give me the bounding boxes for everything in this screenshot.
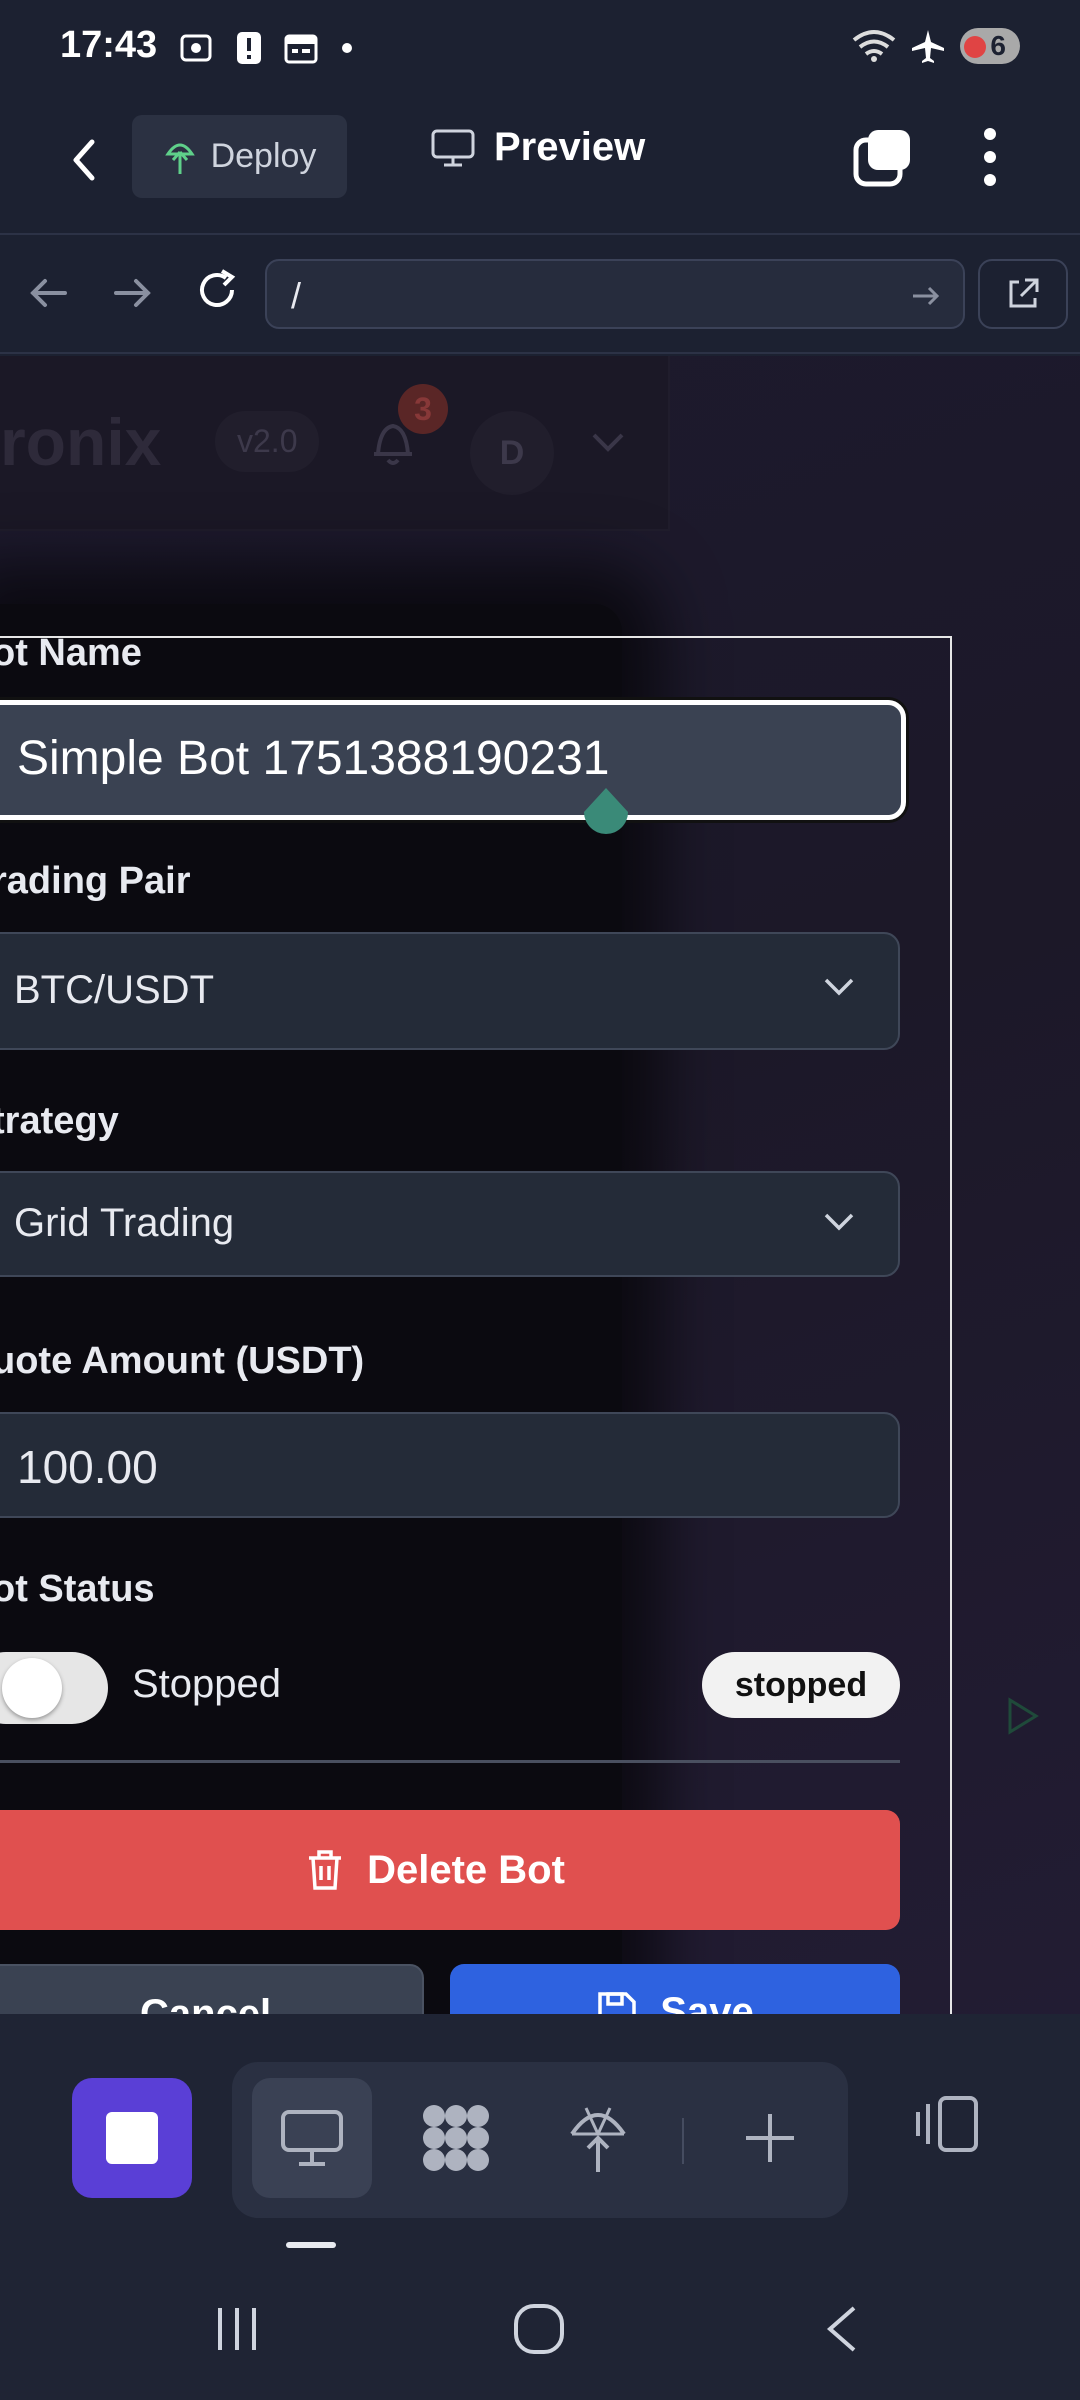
bottom-toolbar xyxy=(0,2014,1080,2264)
deploy-icon xyxy=(164,143,195,174)
status-time: 17:43 xyxy=(60,24,158,66)
quote-amount-input[interactable]: 100.00 xyxy=(0,1412,900,1518)
workflow-button[interactable] xyxy=(396,2078,516,2198)
trading-pair-value: BTC/USDT xyxy=(14,968,214,1012)
deploy-label: Deploy xyxy=(210,137,317,175)
quote-amount-label: uote Amount (USDT) xyxy=(0,1340,365,1382)
airplane-icon xyxy=(912,30,945,63)
external-link-icon xyxy=(1009,278,1039,308)
bot-name-input[interactable]: Simple Bot 1751388190231 xyxy=(0,700,906,820)
dot-icon xyxy=(342,43,352,53)
url-text: / xyxy=(291,275,302,316)
bot-name-value: Simple Bot 1751388190231 xyxy=(17,732,610,785)
active-indicator xyxy=(286,2242,336,2248)
quote-amount-value: 100.00 xyxy=(17,1441,158,1493)
strategy-value: Grid Trading xyxy=(14,1201,235,1245)
calendar-icon xyxy=(284,34,318,64)
add-button[interactable] xyxy=(710,2078,830,2198)
play-icon[interactable] xyxy=(1002,1694,1042,1738)
web-preview: ronix v2.0 3 D ot Name Simple Bot 175138… xyxy=(0,356,1080,2014)
save-icon xyxy=(598,1992,637,2014)
trash-icon xyxy=(309,1850,342,1890)
battery-icon: 6 xyxy=(960,28,1020,64)
stop-button[interactable] xyxy=(72,2078,192,2198)
status-badge: stopped xyxy=(702,1652,900,1718)
notification-badge: 3 xyxy=(398,384,448,434)
site-header: ronix v2.0 3 D xyxy=(0,356,670,531)
bot-status-label: ot Status xyxy=(0,1568,155,1610)
url-bar: / xyxy=(0,237,1080,354)
system-nav-bar xyxy=(0,2264,1080,2400)
brand-logo: ronix xyxy=(0,405,162,479)
cancel-button[interactable]: Cancel xyxy=(0,1964,424,2014)
preview-tab[interactable]: Preview xyxy=(430,125,645,170)
toggle-label: Stopped xyxy=(132,1662,282,1706)
wifi-icon xyxy=(853,30,896,62)
more-vertical-icon[interactable] xyxy=(975,126,1005,188)
toggle-knob xyxy=(2,1658,62,1718)
back-arrow-icon[interactable] xyxy=(60,130,110,190)
strategy-label: trategy xyxy=(0,1100,119,1142)
go-arrow-icon[interactable] xyxy=(909,279,943,313)
text-cursor-handle-icon[interactable] xyxy=(576,786,636,846)
chevron-down-icon xyxy=(824,1213,854,1231)
system-back-icon[interactable] xyxy=(822,2304,862,2354)
reload-icon[interactable] xyxy=(192,265,242,315)
recent-apps-icon[interactable] xyxy=(212,2304,262,2354)
nav-back-icon[interactable] xyxy=(25,273,71,313)
trading-pair-select[interactable]: BTC/USDT xyxy=(0,932,900,1050)
tool-group xyxy=(232,2062,848,2218)
preview-label: Preview xyxy=(494,125,646,169)
avatar[interactable]: D xyxy=(470,411,554,495)
modal-frame xyxy=(0,636,952,2014)
deploy-button[interactable]: Deploy xyxy=(132,115,347,198)
monitor-icon xyxy=(431,129,475,166)
trading-pair-label: rading Pair xyxy=(0,860,191,902)
deploy-icon xyxy=(570,2107,626,2172)
delete-bot-button[interactable]: Delete Bot xyxy=(0,1810,900,1930)
alert-icon xyxy=(237,32,261,64)
url-input[interactable]: / xyxy=(265,259,965,329)
stop-icon xyxy=(106,2112,158,2164)
delete-bot-label: Delete Bot xyxy=(367,1847,565,1892)
save-label: Save xyxy=(660,1990,754,2014)
chevron-down-icon xyxy=(824,978,854,996)
home-icon[interactable] xyxy=(512,2302,566,2356)
chevron-down-icon[interactable] xyxy=(590,431,626,455)
strategy-select[interactable]: Grid Trading xyxy=(0,1171,900,1277)
plus-icon xyxy=(746,2114,794,2162)
panel-toggle-icon[interactable] xyxy=(912,2094,984,2154)
screenshot-icon xyxy=(180,34,212,62)
divider xyxy=(0,1760,900,1763)
nodes-icon xyxy=(423,2105,489,2171)
status-bar: 17:43 6 xyxy=(0,0,1080,100)
nav-forward-icon[interactable] xyxy=(110,273,156,313)
save-button[interactable]: Save xyxy=(450,1964,900,2014)
cancel-label: Cancel xyxy=(140,1992,272,2014)
separator xyxy=(682,2118,684,2164)
deploy-tool-button[interactable] xyxy=(538,2078,658,2198)
tabs-icon[interactable] xyxy=(852,126,914,188)
preview-mode-button[interactable] xyxy=(252,2078,372,2198)
version-badge: v2.0 xyxy=(215,411,320,472)
bot-status-toggle[interactable] xyxy=(0,1652,108,1724)
app-bar: Deploy Preview xyxy=(0,100,1080,235)
bot-name-label: ot Name xyxy=(0,632,142,674)
monitor-icon xyxy=(281,2110,343,2166)
open-external-button[interactable] xyxy=(978,259,1068,329)
